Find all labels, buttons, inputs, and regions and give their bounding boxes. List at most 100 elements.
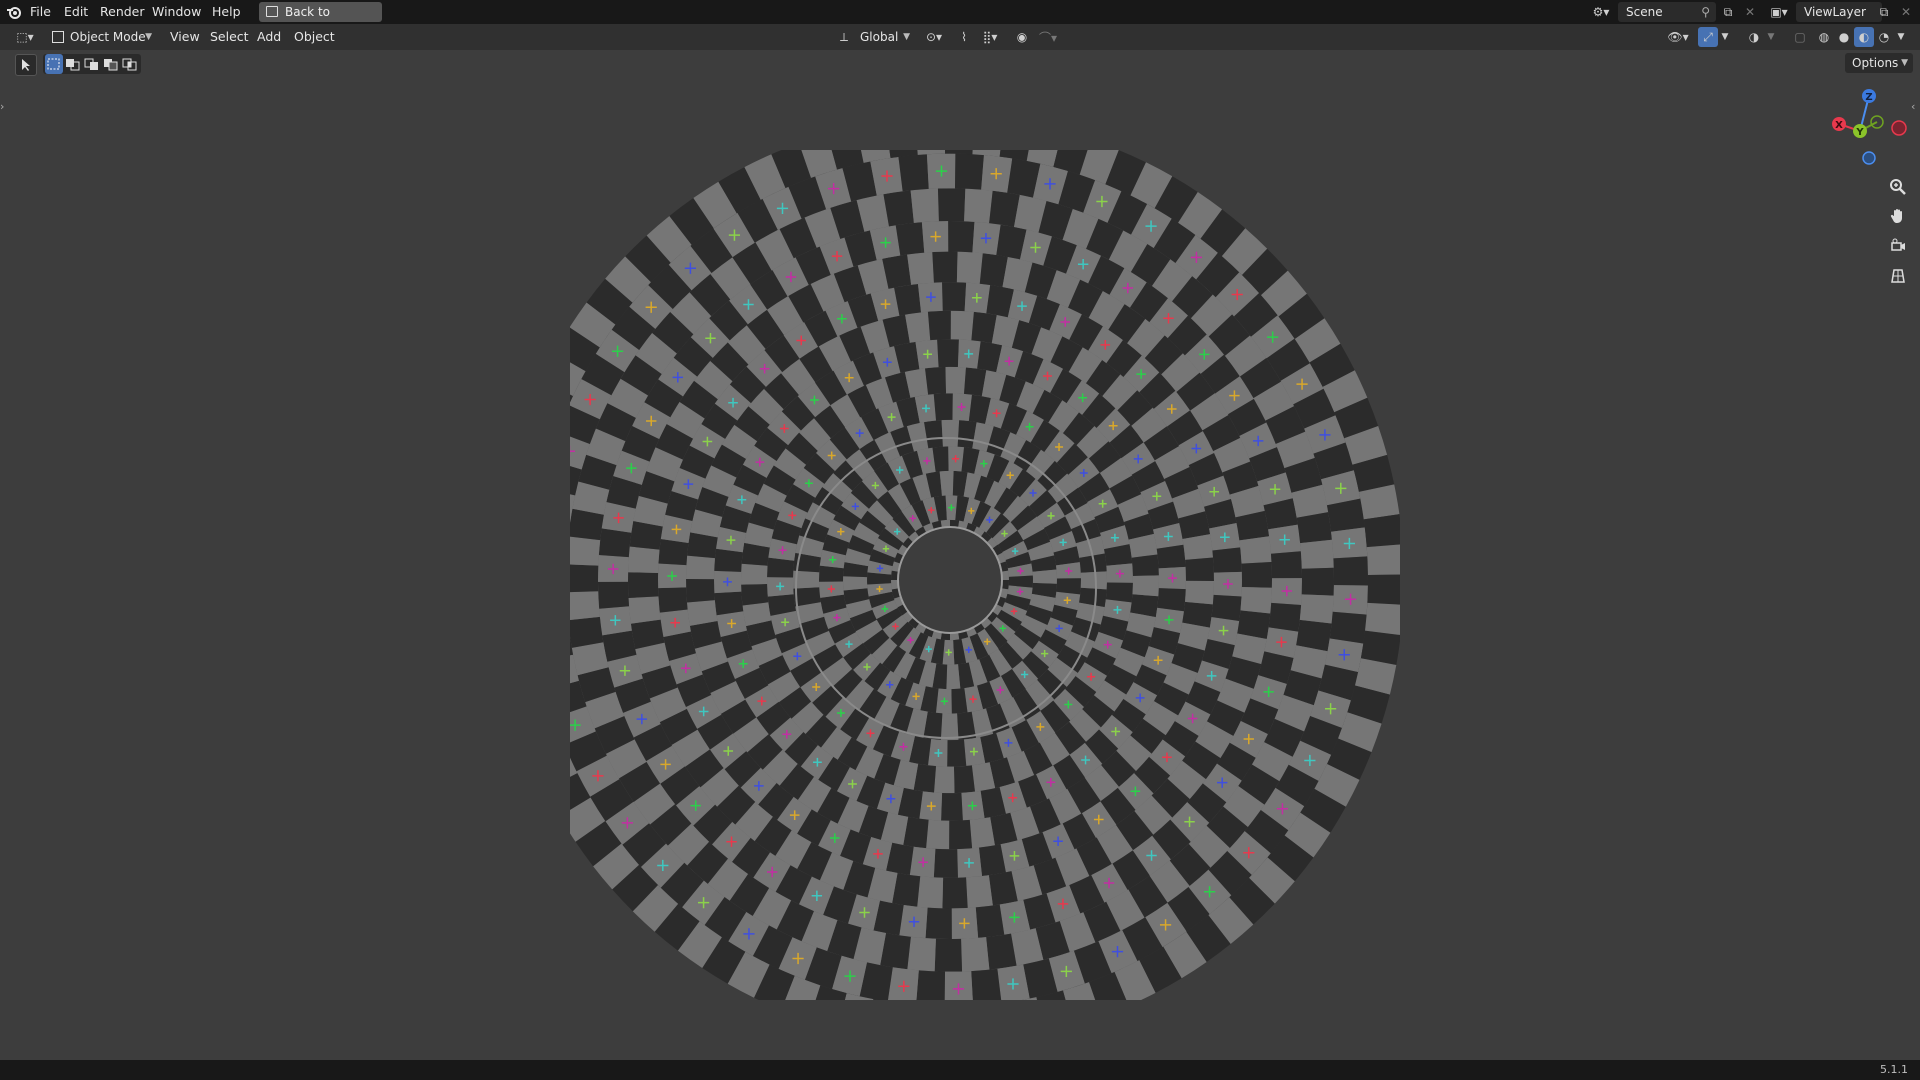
checker-cell xyxy=(658,539,689,566)
gizmo-dropdown-icon[interactable]: ▼ xyxy=(1718,27,1732,47)
menu-file-label: File xyxy=(30,4,51,19)
checker-cell xyxy=(1239,536,1272,564)
disk-mesh xyxy=(570,150,1400,1000)
checker-cell xyxy=(628,596,661,624)
pan-hand-icon[interactable] xyxy=(1886,204,1910,228)
checker-cell xyxy=(1366,544,1400,575)
orientation-dropdown[interactable]: ⟂ Global ▼ xyxy=(838,27,914,47)
checker-cell xyxy=(910,188,939,223)
checker-disk-object[interactable] xyxy=(570,150,1400,1000)
checker-cell xyxy=(686,579,715,603)
checker-cell xyxy=(932,251,958,283)
zoom-icon[interactable] xyxy=(1886,175,1910,199)
select-extend-icon[interactable] xyxy=(64,54,82,74)
new-view-layer-icon[interactable]: ⧉ xyxy=(1874,2,1894,22)
checker-cell xyxy=(907,252,934,285)
snap-target-icon[interactable]: ⣿▾ xyxy=(976,27,1004,47)
pin-icon[interactable]: ⚲ xyxy=(1701,2,1710,22)
mode-label: Object Mode xyxy=(70,30,146,44)
scene-field[interactable]: Scene ⚲ xyxy=(1618,2,1716,22)
checker-cell xyxy=(1211,594,1242,621)
checker-cell xyxy=(941,419,960,447)
checker-cell xyxy=(1299,594,1334,624)
checker-cell xyxy=(1185,580,1214,605)
navigation-gizmo[interactable]: Z X Y xyxy=(1822,84,1918,172)
menu-select-label: Select xyxy=(210,29,249,44)
checker-cell xyxy=(949,819,973,850)
shading-dropdown-icon[interactable]: ▼ xyxy=(1894,27,1908,47)
checker-cell xyxy=(954,153,984,190)
checker-cell xyxy=(1268,602,1302,632)
select-new-icon[interactable] xyxy=(45,54,63,74)
checker-cell xyxy=(1363,514,1400,548)
overlays-icon[interactable]: ◑ xyxy=(1744,27,1764,47)
snap-toggle-icon[interactable]: ⌇ xyxy=(954,27,974,47)
checker-cell xyxy=(741,563,768,585)
checker-cell xyxy=(1301,567,1334,596)
checker-cell xyxy=(1240,587,1272,614)
neg-z-axis-icon[interactable] xyxy=(1862,151,1876,165)
checker-cell xyxy=(933,393,953,421)
scene-selector-icon[interactable]: ⚙▾ xyxy=(1588,2,1614,22)
menu-view[interactable]: View xyxy=(170,24,200,50)
toolbar-expand-arrow-icon[interactable]: › xyxy=(0,100,8,116)
checker-cell xyxy=(598,528,632,558)
checker-cell xyxy=(658,587,688,613)
checker-cell xyxy=(1329,611,1367,644)
neg-x-axis-icon[interactable] xyxy=(1891,120,1907,136)
menu-edit-label: Edit xyxy=(64,4,89,19)
visibility-icon[interactable]: 👁▾ xyxy=(1664,27,1692,47)
select-subtract-icon[interactable] xyxy=(83,54,101,74)
checker-cell xyxy=(598,581,630,609)
checker-cell xyxy=(714,548,743,572)
menu-edit[interactable]: Edit xyxy=(58,0,94,24)
menu-help[interactable]: Help xyxy=(206,0,247,24)
checker-cell xyxy=(895,222,925,256)
checker-cell xyxy=(926,819,950,850)
back-to-previous-button[interactable]: Back to Previous xyxy=(259,2,382,39)
view-layer-field[interactable]: ViewLayer xyxy=(1796,2,1882,22)
chevron-down-icon: ▼ xyxy=(1901,58,1908,68)
checker-cell xyxy=(1032,569,1057,584)
close-scene-icon[interactable]: ✕ xyxy=(1740,2,1760,22)
menu-help-label: Help xyxy=(212,4,241,19)
checker-cell xyxy=(942,282,967,312)
tweak-tool-icon[interactable] xyxy=(15,54,37,76)
wireframe-shading-icon[interactable]: ◍ xyxy=(1814,27,1834,47)
mode-dropdown[interactable]: Object Mode ▼ xyxy=(48,27,156,47)
material-preview-icon[interactable]: ◐ xyxy=(1854,27,1874,47)
select-invert-icon[interactable] xyxy=(102,54,120,74)
checker-cell xyxy=(933,848,958,878)
menu-object[interactable]: Object xyxy=(294,24,335,50)
menu-select[interactable]: Select xyxy=(210,24,249,50)
proportional-editing-icon[interactable]: ◉ xyxy=(1012,27,1032,47)
close-view-layer-icon[interactable]: ✕ xyxy=(1896,2,1916,22)
checker-cell xyxy=(925,366,947,395)
xray-icon[interactable]: ▢ xyxy=(1790,27,1810,47)
view-layer-selector-icon[interactable]: ▣▾ xyxy=(1766,2,1792,22)
overlays-dropdown-icon[interactable]: ▼ xyxy=(1764,27,1778,47)
gizmo-toggle-icon[interactable]: ⤢ xyxy=(1698,27,1718,47)
checker-cell xyxy=(934,938,963,972)
solid-shading-icon[interactable]: ● xyxy=(1834,27,1854,47)
select-intersect-icon[interactable] xyxy=(121,54,139,74)
checker-cell xyxy=(927,310,951,341)
menu-add[interactable]: Add xyxy=(257,24,281,50)
new-scene-icon[interactable]: ⧉ xyxy=(1718,2,1738,22)
checker-cell xyxy=(953,765,975,794)
blender-logo-icon[interactable] xyxy=(4,2,24,22)
checker-cell xyxy=(917,876,944,909)
checker-cell xyxy=(1300,539,1334,569)
menu-window[interactable]: Window xyxy=(146,0,207,24)
menu-render[interactable]: Render xyxy=(94,0,151,24)
checker-cell xyxy=(819,565,844,582)
options-dropdown[interactable]: Options ▼ xyxy=(1845,53,1913,73)
rendered-shading-icon[interactable]: ◔ xyxy=(1874,27,1894,47)
pivot-point-icon[interactable]: ⊙▾ xyxy=(920,27,948,47)
editor-type-icon[interactable]: ⬚▾ xyxy=(10,27,40,47)
falloff-icon[interactable]: ⌒▾ xyxy=(1034,27,1062,47)
menu-file[interactable]: File xyxy=(24,0,57,24)
camera-view-icon[interactable] xyxy=(1886,234,1910,258)
options-label: Options xyxy=(1852,56,1899,70)
grid-projection-icon[interactable] xyxy=(1886,264,1910,288)
